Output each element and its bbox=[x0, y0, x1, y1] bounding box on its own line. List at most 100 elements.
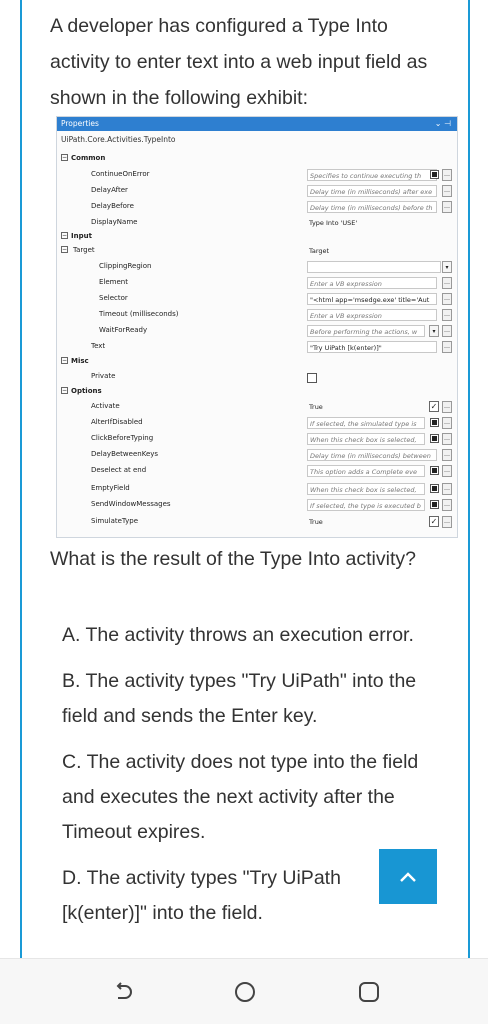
property-value: Enter a VB expression bbox=[307, 277, 437, 289]
property-name: Deselect at end bbox=[91, 466, 147, 474]
property-value: Target bbox=[309, 247, 330, 255]
property-value: When this check box is selected, bbox=[307, 433, 425, 445]
properties-title: Properties bbox=[61, 119, 99, 128]
property-name: DelayBefore bbox=[91, 202, 134, 210]
property-name: Activate bbox=[91, 402, 120, 410]
category-row: − Common bbox=[57, 152, 457, 168]
property-name: ContinueOnError bbox=[91, 170, 150, 178]
property-row: ClickBeforeTyping When this check box is… bbox=[57, 432, 457, 448]
category-name: Misc bbox=[71, 357, 89, 365]
property-value: True bbox=[309, 518, 323, 526]
collapse-icon: − bbox=[61, 232, 68, 239]
private-checkbox bbox=[307, 373, 317, 383]
property-row: SimulateType True ✓ … bbox=[57, 515, 457, 531]
back-button[interactable] bbox=[110, 979, 136, 1005]
ellipsis-button: … bbox=[442, 309, 452, 321]
property-row: Private bbox=[57, 370, 457, 386]
home-button[interactable] bbox=[232, 979, 258, 1005]
category-row: − Options bbox=[57, 385, 457, 401]
checkmark-icon: ✓ bbox=[429, 401, 439, 412]
ellipsis-button: … bbox=[442, 449, 452, 461]
property-value: Specifies to continue executing th bbox=[307, 169, 437, 181]
property-value: Before performing the actions, w bbox=[307, 325, 425, 337]
ellipsis-button: … bbox=[442, 433, 452, 445]
property-name: SimulateType bbox=[91, 517, 139, 525]
recents-button[interactable] bbox=[356, 979, 382, 1005]
property-value: "<html app='msedge.exe' title='Aut bbox=[307, 293, 437, 305]
ellipsis-button: … bbox=[442, 201, 452, 213]
back-icon bbox=[116, 982, 132, 999]
answer-option-d[interactable]: D. The activity types "Try UiPath [k(ent… bbox=[62, 861, 362, 931]
property-value: True bbox=[309, 403, 323, 411]
property-row: ClippingRegion ▾ bbox=[57, 260, 457, 276]
collapse-icon: − bbox=[61, 387, 68, 394]
recents-icon bbox=[359, 982, 379, 1002]
answer-option-b[interactable]: B. The activity types "Try UiPath" into … bbox=[62, 664, 427, 734]
question-prompt: What is the result of the Type Into acti… bbox=[50, 548, 416, 570]
property-row: DelayBetweenKeys Delay time (in millisec… bbox=[57, 448, 457, 464]
ellipsis-button: … bbox=[442, 341, 452, 353]
property-name: ClickBeforeTyping bbox=[91, 434, 154, 442]
collapse-icon: − bbox=[61, 246, 68, 253]
ellipsis-button: … bbox=[442, 465, 452, 477]
ellipsis-button: … bbox=[442, 293, 452, 305]
property-value: Delay time (in milliseconds) before th bbox=[307, 201, 437, 213]
answer-option-a[interactable]: A. The activity throws an execution erro… bbox=[62, 618, 427, 653]
property-value: Delay time (in milliseconds) between bbox=[307, 449, 437, 461]
checkbox-icon bbox=[430, 484, 439, 493]
properties-header: Properties ⌄ ⊣ bbox=[57, 117, 457, 131]
property-row: DelayBefore Delay time (in milliseconds)… bbox=[57, 200, 457, 216]
ellipsis-button: … bbox=[442, 277, 452, 289]
properties-panel-image: Properties ⌄ ⊣ UiPath.Core.Activities.Ty… bbox=[56, 116, 458, 538]
android-navigation-bar bbox=[0, 958, 488, 1024]
property-name: EmptyField bbox=[91, 484, 130, 492]
property-value: Delay time (in milliseconds) after exe bbox=[307, 185, 437, 197]
answer-list: A. The activity throws an execution erro… bbox=[62, 618, 427, 942]
property-value: If selected, the simulated type is bbox=[307, 417, 425, 429]
ellipsis-button: … bbox=[442, 185, 452, 197]
scroll-to-top-button[interactable] bbox=[379, 849, 437, 904]
property-name: Target bbox=[73, 246, 95, 254]
ellipsis-button: … bbox=[442, 483, 452, 495]
property-name: DisplayName bbox=[91, 218, 138, 226]
property-value: "Try UiPath [k(enter)]" bbox=[307, 341, 437, 353]
property-name: WaitForReady bbox=[99, 326, 148, 334]
property-name: Text bbox=[91, 342, 106, 350]
checkmark-icon: ✓ bbox=[429, 516, 439, 527]
property-name: SendWindowMessages bbox=[91, 500, 171, 508]
collapse-icon: − bbox=[61, 154, 68, 161]
property-row: EmptyField When this check box is select… bbox=[57, 482, 457, 498]
property-row: Timeout (milliseconds) Enter a VB expres… bbox=[57, 308, 457, 324]
property-name: Private bbox=[91, 372, 116, 380]
category-name: Common bbox=[71, 154, 106, 162]
ellipsis-button: … bbox=[442, 499, 452, 511]
category-name: Options bbox=[71, 387, 102, 395]
property-name: AlterIfDisabled bbox=[91, 418, 143, 426]
question-text: A developer has configured a Type Into a… bbox=[50, 15, 428, 109]
property-row: DelayAfter Delay time (in milliseconds) … bbox=[57, 184, 457, 200]
home-icon bbox=[235, 982, 255, 1002]
ellipsis-button: … bbox=[442, 401, 452, 413]
collapse-icon: − bbox=[61, 357, 68, 364]
property-value: When this check box is selected, bbox=[307, 483, 425, 495]
property-value bbox=[307, 261, 441, 273]
dropdown-icon: ▾ bbox=[429, 325, 439, 337]
property-name: ClippingRegion bbox=[99, 262, 152, 270]
property-name: Timeout (milliseconds) bbox=[99, 310, 179, 318]
answer-option-c[interactable]: C. The activity does not type into the f… bbox=[62, 745, 427, 850]
property-name: DelayBetweenKeys bbox=[91, 450, 159, 458]
property-row: ContinueOnError Specifies to continue ex… bbox=[57, 168, 457, 184]
property-name: Selector bbox=[99, 294, 128, 302]
property-name: DelayAfter bbox=[91, 186, 128, 194]
checkbox-icon bbox=[430, 500, 439, 509]
dropdown-icon: ▾ bbox=[442, 261, 452, 273]
property-row: Text "Try UiPath [k(enter)]" … bbox=[57, 340, 457, 356]
property-value: Enter a VB expression bbox=[307, 309, 437, 321]
property-value: If selected, the type is executed b bbox=[307, 499, 425, 511]
chevron-up-icon bbox=[400, 871, 416, 882]
property-row: Activate True ✓ … bbox=[57, 400, 457, 416]
property-row: SendWindowMessages If selected, the type… bbox=[57, 498, 457, 514]
property-name: Element bbox=[99, 278, 128, 286]
ellipsis-button: … bbox=[442, 325, 452, 337]
property-row: Element Enter a VB expression … bbox=[57, 276, 457, 292]
